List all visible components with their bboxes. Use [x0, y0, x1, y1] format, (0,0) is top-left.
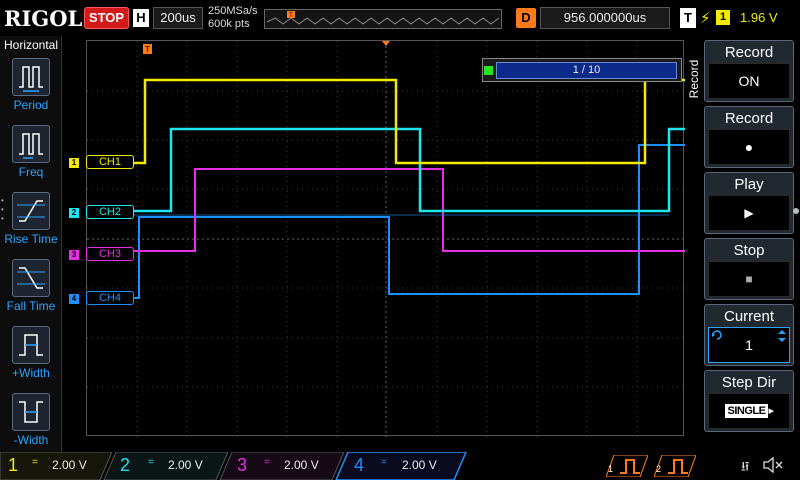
- ch4-tag[interactable]: CH4: [86, 291, 134, 305]
- record-toggle-label: Record: [724, 44, 774, 61]
- ch3-scale-number[interactable]: 3: [237, 455, 247, 476]
- rising-edge-trigger-icon: ⚡: [700, 10, 711, 27]
- ch1-scale-number[interactable]: 1: [8, 455, 18, 476]
- top-status-bar: RIGOL STOP H 200us 250MSa/s 600k pts T D…: [0, 0, 800, 36]
- record-dot-icon: ●: [708, 129, 790, 165]
- menu-page-indicator-icon: [793, 208, 799, 214]
- math-2-label: 2: [656, 464, 662, 474]
- measure-menu-title: Horizontal: [3, 38, 59, 52]
- stop-button[interactable]: Stop ■: [704, 238, 794, 300]
- step-direction-label: Step Dir: [721, 374, 777, 391]
- record-toggle-button[interactable]: Record ON: [704, 40, 794, 102]
- play-button[interactable]: Play ▶: [704, 172, 794, 234]
- svg-text:T: T: [144, 45, 150, 54]
- trigger-source: 1: [716, 10, 730, 25]
- ch1-number-marker: 1: [69, 158, 79, 168]
- ch4-scale[interactable]: 2.00 V: [402, 458, 437, 472]
- trigger-position-icon: T: [143, 44, 152, 54]
- rotary-knob-icon: [712, 330, 722, 340]
- fall-time-icon: [12, 259, 50, 297]
- ch2-tag[interactable]: CH2: [86, 205, 134, 219]
- measure-freq[interactable]: Freq: [0, 125, 62, 191]
- ch2-scale-number[interactable]: 2: [120, 455, 130, 476]
- brand-logo: RIGOL: [4, 6, 83, 31]
- measure-rise-time-label: Rise Time: [4, 232, 58, 246]
- play-icon: ▶: [708, 195, 790, 231]
- measure-fall-time[interactable]: Fall Time: [0, 259, 62, 325]
- math-1-icon[interactable]: 1: [605, 454, 649, 478]
- graticule: T: [87, 41, 685, 437]
- record-counter: 1 / 10: [496, 62, 677, 79]
- ch2-number-marker: 2: [69, 208, 79, 218]
- step-direction-value: SINGLE ▸: [708, 393, 790, 429]
- waveform-display[interactable]: T: [86, 40, 685, 437]
- positive-width-icon: [12, 326, 50, 364]
- ch3-number-marker: 3: [69, 250, 79, 260]
- math-1-label: 1: [608, 464, 614, 474]
- math-2-icon[interactable]: 2: [653, 454, 697, 478]
- memory-overview-waveform: T: [266, 11, 500, 25]
- ch4-number-marker: 4: [69, 294, 79, 304]
- delay-value[interactable]: 956.000000us: [540, 7, 670, 29]
- play-label: Play: [734, 176, 764, 193]
- current-frame-control[interactable]: Current 1: [704, 304, 794, 366]
- memory-depth: 600k pts: [208, 18, 250, 30]
- ch3-scale[interactable]: 2.00 V: [284, 458, 319, 472]
- negative-width-icon: [12, 393, 50, 431]
- record-start-button[interactable]: Record ●: [704, 106, 794, 168]
- step-direction-button[interactable]: Step Dir SINGLE ▸: [704, 370, 794, 432]
- period-icon: [12, 58, 50, 96]
- freq-icon: [12, 125, 50, 163]
- measure-negative-width-label: -Width: [13, 433, 49, 447]
- ch4-dc-coupling-icon: =: [381, 457, 387, 468]
- record-status-led-icon: [484, 66, 493, 75]
- horizontal-badge: H: [133, 9, 149, 27]
- ch3-tag[interactable]: CH3: [86, 247, 134, 261]
- ch3-dc-coupling-icon: =: [264, 457, 270, 468]
- timebase-value[interactable]: 200us: [153, 7, 203, 29]
- trigger-badge: T: [680, 8, 696, 28]
- rise-time-icon: [12, 192, 50, 230]
- measure-negative-width[interactable]: -Width: [0, 393, 62, 459]
- stop-label: Stop: [733, 242, 765, 259]
- sample-rate: 250MSa/s: [208, 5, 258, 17]
- screen-center-marker-icon: [382, 41, 390, 46]
- current-frame-label: Current: [723, 308, 775, 325]
- measure-period[interactable]: Period: [0, 58, 62, 124]
- ch1-scale[interactable]: 2.00 V: [52, 458, 87, 472]
- ch1-tag[interactable]: CH1: [86, 155, 134, 169]
- record-toggle-value: ON: [708, 63, 790, 99]
- speaker-muted-icon[interactable]: [762, 456, 784, 474]
- up-down-arrows-icon: [778, 330, 786, 342]
- measure-rise-time[interactable]: Rise Time: [0, 192, 62, 258]
- measure-positive-width[interactable]: +Width: [0, 326, 62, 392]
- measure-fall-time-label: Fall Time: [6, 299, 56, 313]
- ch4-scale-number[interactable]: 4: [354, 455, 364, 476]
- run-stop-status[interactable]: STOP: [84, 7, 129, 29]
- ch1-dc-coupling-icon: =: [32, 457, 38, 468]
- measure-menu: Horizontal • • • Period Freq Rise Time Fal…: [0, 36, 62, 452]
- stop-square-icon: ■: [708, 261, 790, 297]
- delay-badge: D: [516, 8, 536, 28]
- trigger-level[interactable]: 1.96 V: [740, 10, 778, 25]
- record-menu-title: Record: [686, 58, 702, 102]
- measure-freq-label: Freq: [18, 165, 44, 179]
- usb-icon: ⭿: [741, 459, 750, 474]
- svg-text:T: T: [288, 12, 293, 19]
- record-start-label: Record: [724, 110, 774, 127]
- memory-overview-strip: T: [264, 9, 502, 29]
- record-menu-title-text: Record: [687, 59, 701, 99]
- single-step-badge: SINGLE: [724, 404, 769, 418]
- ch2-scale[interactable]: 2.00 V: [168, 458, 203, 472]
- measure-positive-width-label: +Width: [12, 366, 50, 380]
- ch2-dc-coupling-icon: =: [148, 457, 154, 468]
- measure-period-label: Period: [13, 98, 49, 112]
